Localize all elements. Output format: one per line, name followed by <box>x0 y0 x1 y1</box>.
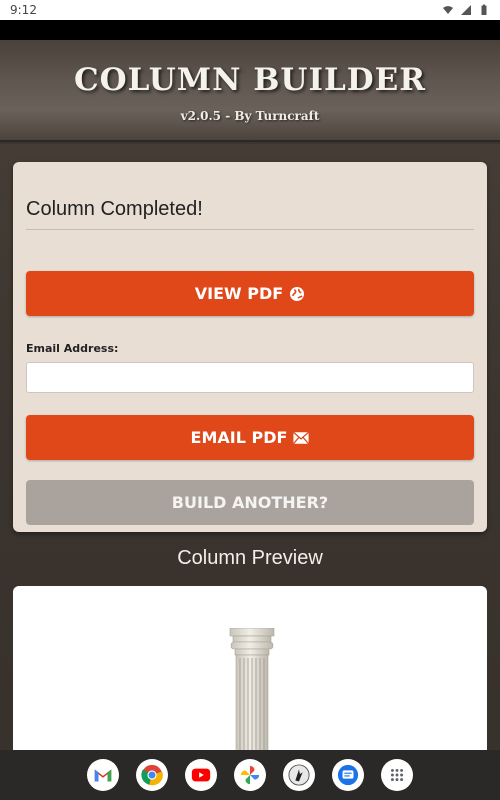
signal-icon <box>461 5 471 15</box>
column-preview-panel <box>13 586 487 766</box>
app-header: COLUMN BUILDER v2.0.5 - By Turncraft <box>0 40 500 142</box>
card-title: Column Completed! <box>26 198 203 220</box>
turncraft-app-icon[interactable] <box>283 759 315 791</box>
gmail-icon[interactable] <box>87 759 119 791</box>
photos-icon[interactable] <box>234 759 266 791</box>
result-card: Column Completed! VIEW PDF Email Address… <box>13 162 487 532</box>
status-icons <box>442 4 490 16</box>
globe-icon <box>290 286 305 301</box>
email-pdf-button[interactable]: EMAIL PDF <box>26 415 474 460</box>
top-bar <box>0 20 500 40</box>
preview-title: Column Preview <box>177 547 323 569</box>
card-divider <box>26 229 474 230</box>
column-preview-image <box>229 628 275 766</box>
wifi-icon <box>443 6 453 14</box>
build-another-label: BUILD ANOTHER? <box>171 493 329 512</box>
email-label: Email Address: <box>26 342 119 355</box>
chrome-icon[interactable] <box>136 759 168 791</box>
status-bar: 9:12 <box>0 0 500 20</box>
youtube-icon[interactable] <box>185 759 217 791</box>
view-pdf-label: VIEW PDF <box>194 284 284 303</box>
app-drawer-icon[interactable] <box>381 759 413 791</box>
app-dock <box>0 750 500 800</box>
app-subtitle: v2.0.5 - By Turncraft <box>180 109 320 123</box>
email-input[interactable] <box>26 362 474 393</box>
messages-icon[interactable] <box>332 759 364 791</box>
build-another-button[interactable]: BUILD ANOTHER? <box>26 480 474 525</box>
status-time: 9:12 <box>10 3 37 17</box>
email-pdf-label: EMAIL PDF <box>190 428 288 447</box>
envelope-icon <box>293 431 310 444</box>
view-pdf-button[interactable]: VIEW PDF <box>26 271 474 316</box>
app-title: COLUMN BUILDER <box>73 62 427 98</box>
battery-icon <box>481 4 487 15</box>
main-content: Column Completed! VIEW PDF Email Address… <box>0 144 500 766</box>
